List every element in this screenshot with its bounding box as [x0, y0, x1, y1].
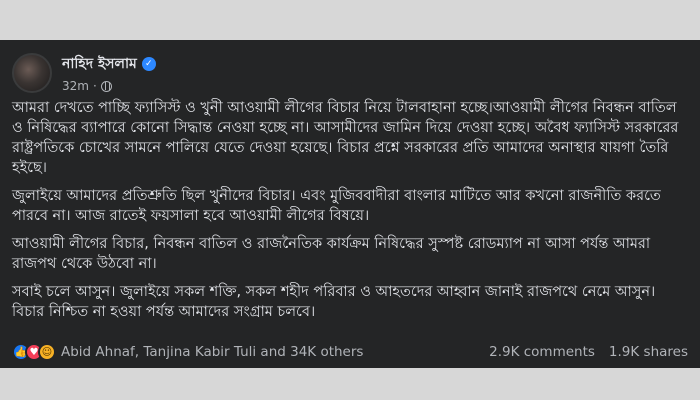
- shares-count[interactable]: 1.9K shares: [609, 344, 688, 360]
- reaction-icons[interactable]: 👍 ♥ ☺: [12, 343, 56, 361]
- globe-icon: [100, 80, 112, 92]
- care-icon: ☺: [38, 343, 56, 361]
- post-footer: 👍 ♥ ☺ Abid Ahnaf, Tanjina Kabir Tuli and…: [12, 343, 688, 361]
- verified-badge-icon: ✓: [141, 57, 156, 71]
- avatar[interactable]: [12, 52, 52, 93]
- facebook-post: নাহিদ ইসলাম ✓ 32m · আমরা দেখতে পাচ্ছি ফ্…: [0, 40, 700, 368]
- author-row: নাহিদ ইসলাম ✓: [62, 52, 156, 76]
- post-header: নাহিদ ইসলাম ✓ 32m ·: [12, 52, 156, 93]
- reactions-summary[interactable]: Abid Ahnaf, Tanjina Kabir Tuli and 34K o…: [61, 344, 363, 360]
- post-time[interactable]: 32m: [62, 79, 89, 93]
- dot-separator: ·: [92, 79, 97, 93]
- post-meta: নাহিদ ইসলাম ✓ 32m ·: [62, 52, 156, 93]
- comments-count[interactable]: 2.9K comments: [489, 344, 595, 360]
- post-paragraph-1: আমরা দেখতে পাচ্ছি ফ্যাসিস্ট ও খুনী আওয়া…: [12, 100, 679, 176]
- post-body: আমরা দেখতে পাচ্ছি ফ্যাসিস্ট ও খুনী আওয়া…: [12, 98, 688, 330]
- author-name[interactable]: নাহিদ ইসলাম: [62, 52, 137, 76]
- post-paragraph-2: জুলাইয়ে আমাদের প্রতিশ্রুতি ছিল খুনীদের …: [12, 188, 661, 224]
- time-row: 32m ·: [62, 79, 156, 93]
- post-paragraph-4: সবাই চলে আসুন। জুলাইয়ে সকল শক্তি, সকল শ…: [12, 284, 656, 320]
- post-paragraph-3: আওয়ামী লীগের বিচার, নিবন্ধন বাতিল ও রাজ…: [12, 236, 651, 272]
